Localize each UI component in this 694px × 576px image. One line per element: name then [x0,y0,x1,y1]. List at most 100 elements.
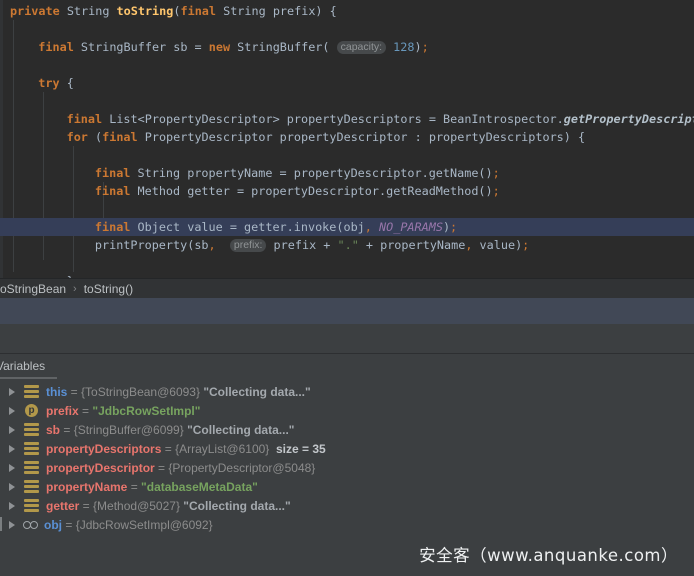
code-token: value) [472,238,522,252]
code-token: , [365,220,372,234]
code-line[interactable]: } [0,272,694,278]
code-line[interactable]: try { [0,74,694,92]
expand-arrow-icon[interactable] [9,483,15,491]
tab-variables[interactable]: Variables [0,359,45,373]
expand-arrow-icon[interactable] [9,502,15,510]
code-line[interactable] [0,92,694,110]
expand-arrow-icon[interactable] [9,407,15,415]
equals-sign: = [67,385,81,399]
code-token [216,238,230,252]
breadcrumb-separator-icon: › [73,283,77,295]
variable-row-sb[interactable]: sb = {StringBuffer@6099} "Collecting dat… [0,420,694,439]
code-line[interactable] [0,20,694,38]
variable-name: getter [46,499,79,513]
code-token: } [67,274,74,278]
code-token: ) [443,220,450,234]
tab-underline [0,377,57,379]
code-token: new [209,40,230,54]
code-token: private [10,4,60,18]
code-token: "." [337,238,358,252]
breadcrumb-class[interactable]: oStringBean [0,282,66,296]
parameter-hint-badge: prefix: [230,239,267,252]
equals-sign: = [127,480,141,494]
variable-name: obj [44,518,62,532]
code-line[interactable] [0,254,694,272]
code-token: final [67,112,103,126]
expand-arrow-icon[interactable] [9,445,15,453]
code-token: StringBuffer( [230,40,337,54]
variable-row-this[interactable]: this = {ToStringBean@6093} "Collecting d… [0,382,694,401]
code-token: toString [117,4,174,18]
expand-arrow-icon[interactable] [9,388,15,396]
code-line[interactable] [0,146,694,164]
code-token: final [95,184,131,198]
expand-arrow-icon[interactable] [9,426,15,434]
variable-value: {ArrayList@6100} [175,442,273,456]
variable-icon [24,385,39,398]
code-editor[interactable]: private String toString(final String pre… [0,0,694,278]
variable-icon [24,442,39,455]
watermark: 安全客（www.anquanke.com） [419,542,678,566]
code-token: final [102,130,138,144]
code-token: Object value = getter.invoke(obj [130,220,364,234]
expand-arrow-icon[interactable] [9,464,15,472]
variable-name: propertyDescriptors [46,442,161,456]
variable-name: prefix [46,404,79,418]
code-token: String propertyName = propertyDescriptor… [130,166,492,180]
code-lines: private String toString(final String pre… [0,2,694,278]
variable-value: size = 35 [273,442,326,456]
ide-debug-window: private String toString(final String pre… [0,0,694,576]
variable-value: "Collecting data..." [203,385,310,399]
code-token: Method getter = propertyDescriptor.getRe… [130,184,492,198]
parameter-hint-badge: capacity: [337,41,386,54]
variable-name: propertyName [46,480,127,494]
equals-sign: = [79,499,93,513]
variable-row-propertyName[interactable]: propertyName = "databaseMetaData" [0,477,694,496]
variable-value: {Method@5027} [93,499,183,513]
code-line[interactable] [0,200,694,218]
variable-value: {StringBuffer@6099} [74,423,187,437]
code-token: prefix + [266,238,337,252]
parameter-icon: p [25,404,38,417]
variable-row-propertyDescriptor[interactable]: propertyDescriptor = {PropertyDescriptor… [0,458,694,477]
equals-sign: = [161,442,175,456]
code-token: ; [450,220,457,234]
code-token: PropertyDescriptor propertyDescriptor : … [138,130,585,144]
variables-header: Variables [0,354,694,381]
code-token: 128 [393,40,414,54]
equals-sign: = [62,518,76,532]
code-token: final [95,166,131,180]
code-line[interactable] [0,56,694,74]
variable-row-obj[interactable]: obj = {JdbcRowSetImpl@6092} [0,515,694,534]
code-token: NO_PARAMS [372,220,443,234]
variable-name: propertyDescriptor [46,461,155,475]
code-token: String [60,4,117,18]
variable-row-getter[interactable]: getter = {Method@5027} "Collecting data.… [0,496,694,515]
code-token: , [209,238,216,252]
variable-icon [24,499,39,512]
code-token: ; [522,238,529,252]
variable-value: "Collecting data..." [187,423,294,437]
breadcrumb: oStringBean › toString() [0,278,694,298]
execution-line[interactable]: final Object value = getter.invoke(obj, … [0,218,694,236]
variable-name: sb [46,423,60,437]
code-token: List<PropertyDescriptor> propertyDescrip… [102,112,564,126]
code-line[interactable]: private String toString(final String pre… [0,2,694,20]
variable-row-propertyDescriptors[interactable]: propertyDescriptors = {ArrayList@6100} s… [0,439,694,458]
code-line[interactable]: for (final PropertyDescriptor propertyDe… [0,128,694,146]
code-token: { [60,76,74,90]
code-token: for [67,130,88,144]
variable-value: "JdbcRowSetImpl" [92,404,200,418]
code-line[interactable]: final List<PropertyDescriptor> propertyD… [0,110,694,128]
code-line[interactable]: final String propertyName = propertyDesc… [0,164,694,182]
code-line[interactable]: final Method getter = propertyDescriptor… [0,182,694,200]
breadcrumb-method[interactable]: toString() [84,282,133,296]
code-line[interactable]: printProperty(sb, prefix: prefix + "." +… [0,236,694,254]
code-line[interactable]: final StringBuffer sb = new StringBuffer… [0,38,694,56]
variable-icon [24,423,39,436]
variable-row-prefix[interactable]: pprefix = "JdbcRowSetImpl" [0,401,694,420]
expand-arrow-icon[interactable] [9,521,15,529]
variable-icon [24,480,39,493]
debugger-frames-strip [0,324,694,354]
variable-value: "databaseMetaData" [141,480,258,494]
